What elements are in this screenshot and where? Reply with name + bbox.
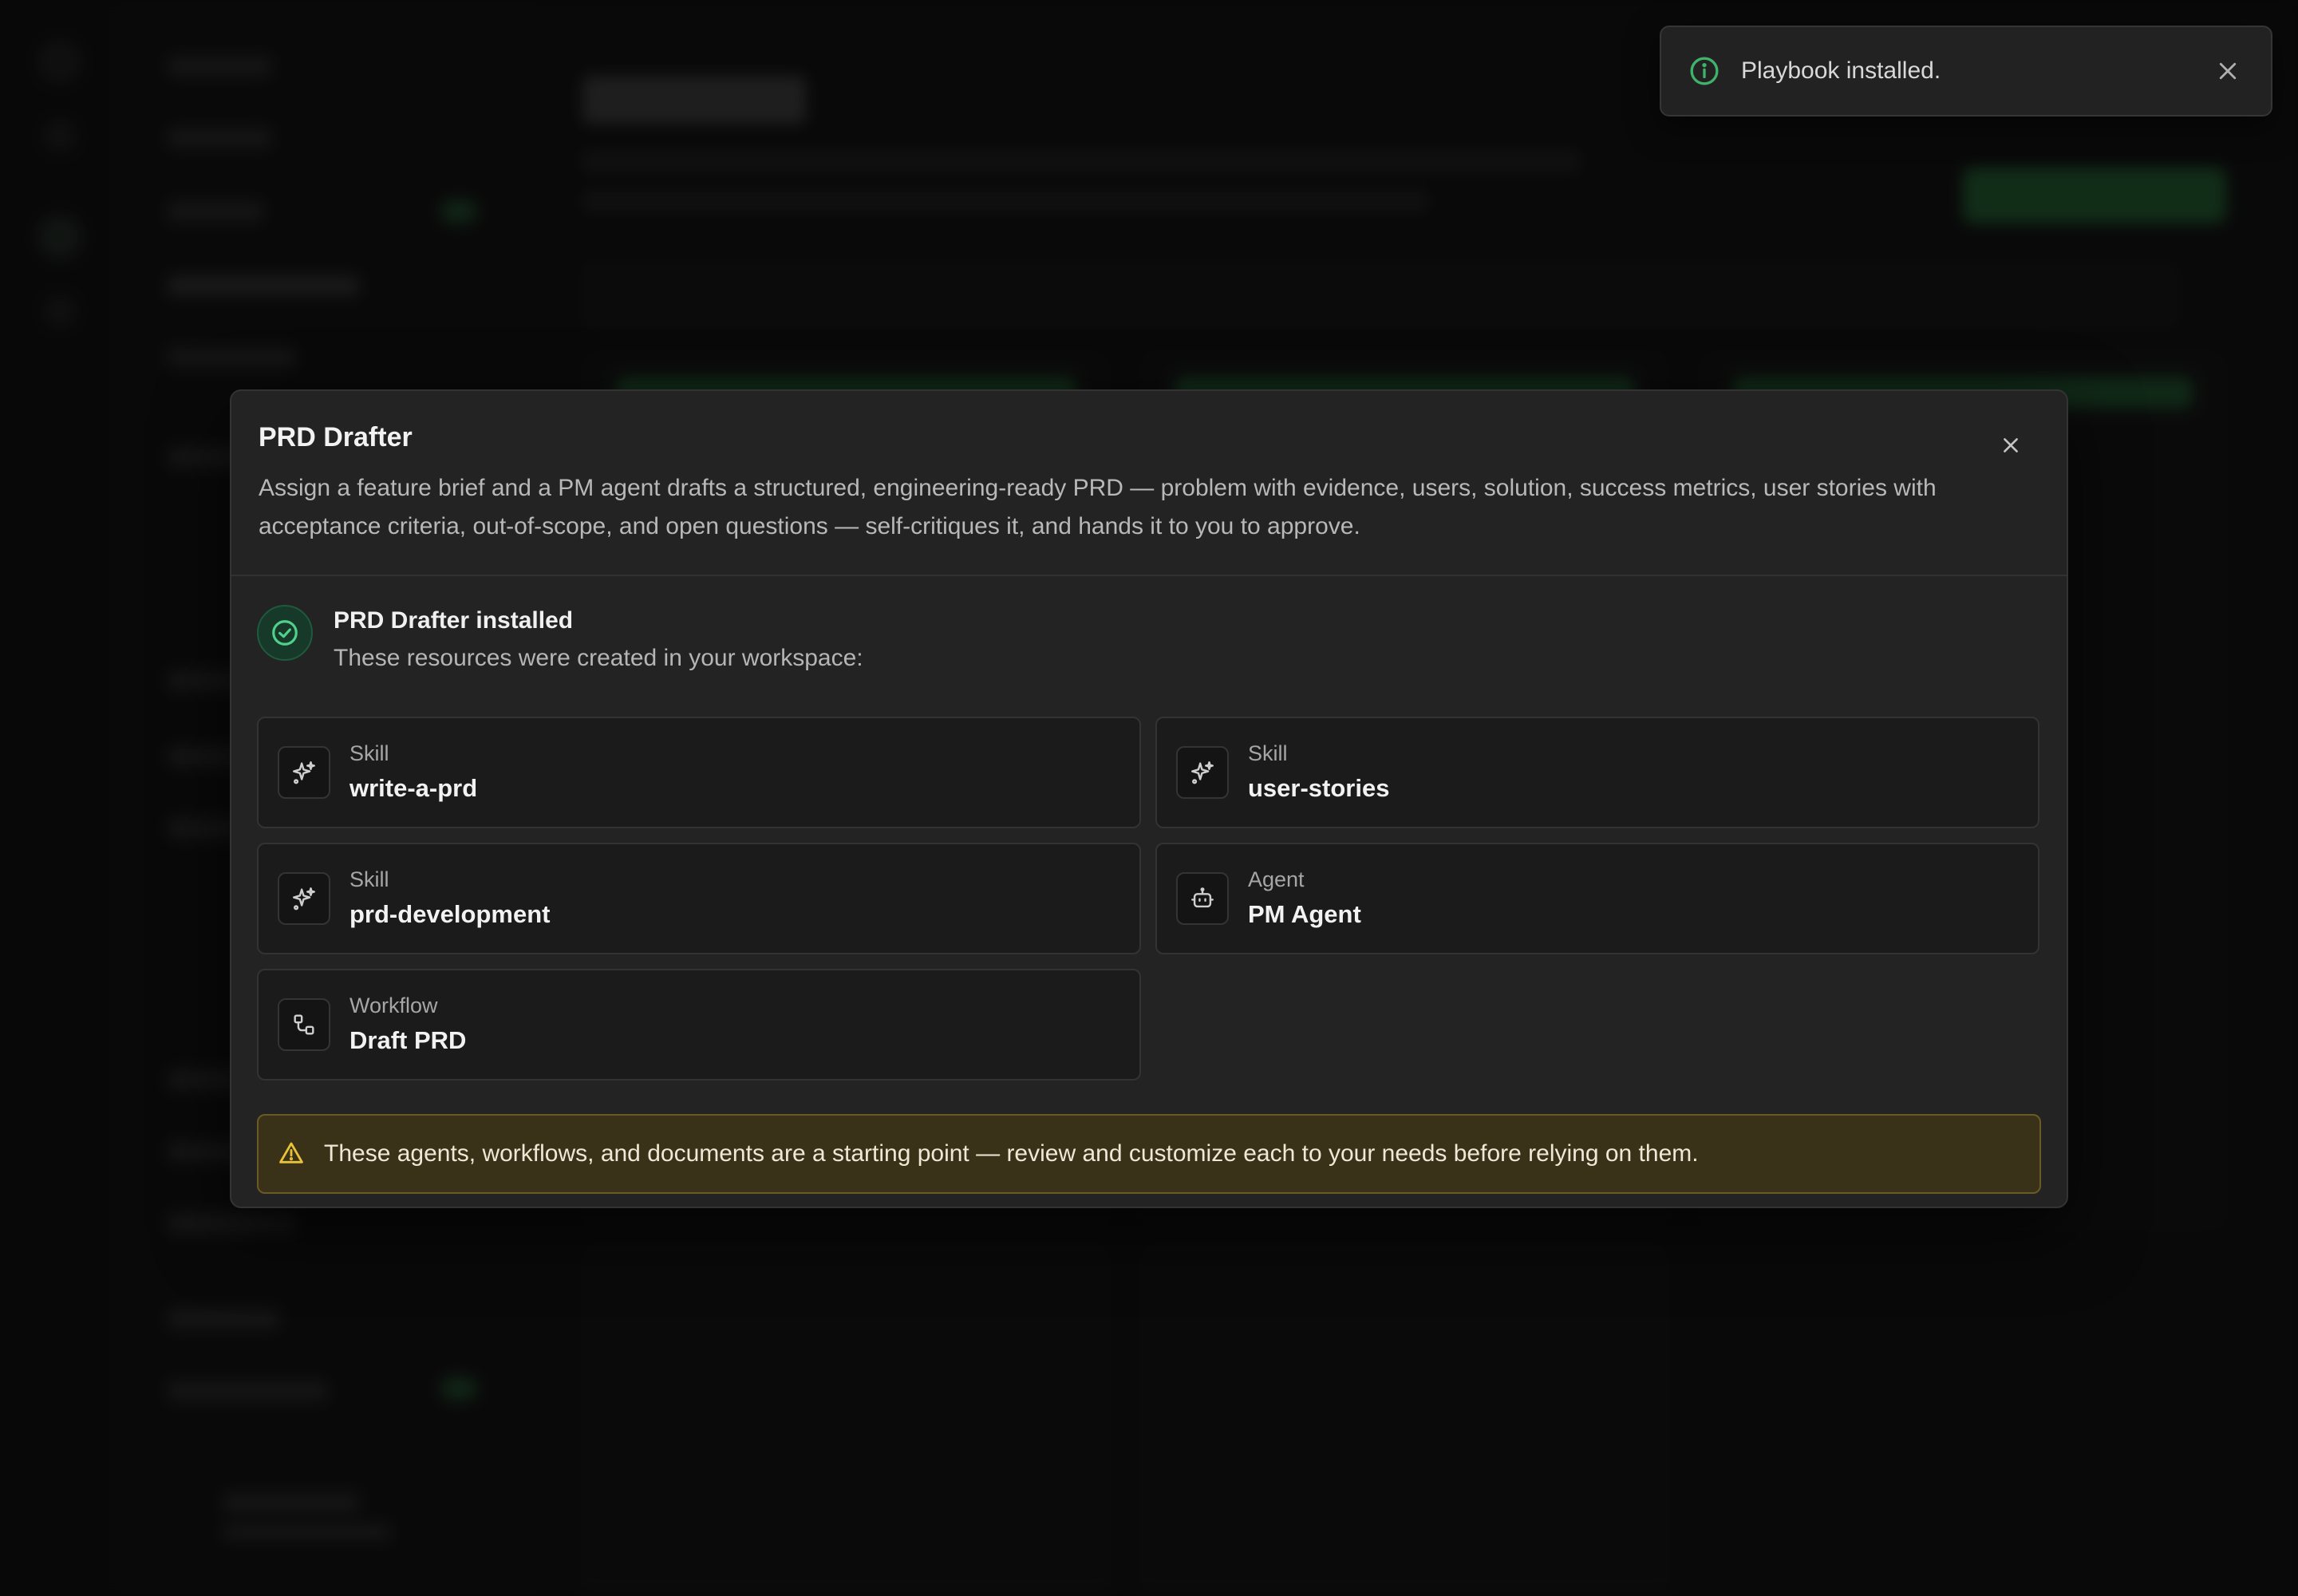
- close-icon: [2219, 62, 2237, 80]
- resource-name: Draft PRD: [349, 1026, 467, 1054]
- modal-description: Assign a feature brief and a PM agent dr…: [259, 475, 1937, 539]
- sparkles-icon: [278, 872, 330, 925]
- resource-kind: Skill: [1248, 741, 1288, 765]
- close-icon: [2004, 438, 2018, 452]
- sparkles-icon: [1176, 746, 1229, 799]
- resource-name: write-a-prd: [349, 774, 478, 802]
- resource-kind: Agent: [1248, 867, 1305, 891]
- modal-title: PRD Drafter: [259, 422, 413, 452]
- sparkles-icon: [278, 746, 330, 799]
- warning-text: These agents, workflows, and documents a…: [324, 1140, 1699, 1167]
- installed-status: PRD Drafter installed These resources we…: [257, 603, 2041, 699]
- resource-card-user-stories[interactable]: Skill user-stories: [1155, 717, 2039, 828]
- installed-subtitle: These resources were created in your wor…: [334, 645, 863, 671]
- resource-name: PM Agent: [1248, 900, 1361, 928]
- toast-notification: Playbook installed.: [1660, 26, 2272, 117]
- playbook-modal: PRD Drafter Assign a feature brief and a…: [230, 389, 2068, 1208]
- info-icon: [1688, 55, 1720, 87]
- installed-title: PRD Drafter installed: [334, 607, 574, 634]
- modal-body: PRD Drafter installed These resources we…: [231, 576, 2067, 1194]
- check-circle-icon: [257, 605, 313, 661]
- toast-message: Playbook installed.: [1741, 57, 1941, 84]
- warning-triangle-icon: [278, 1140, 306, 1168]
- modal-close-button[interactable]: [1995, 429, 2027, 461]
- warning-banner: These agents, workflows, and documents a…: [257, 1114, 2041, 1194]
- robot-icon: [1176, 872, 1229, 925]
- resource-card-draft-prd[interactable]: Workflow Draft PRD: [257, 969, 1141, 1080]
- resource-kind: Workflow: [349, 994, 438, 1017]
- resource-list: Skill write-a-prd Skill user-stories Ski…: [257, 717, 2041, 1080]
- resource-card-prd-development[interactable]: Skill prd-development: [257, 843, 1141, 954]
- resource-kind: Skill: [349, 867, 389, 891]
- resource-card-write-a-prd[interactable]: Skill write-a-prd: [257, 717, 1141, 828]
- resource-name: user-stories: [1248, 774, 1390, 802]
- resource-name: prd-development: [349, 900, 551, 928]
- resource-kind: Skill: [349, 741, 389, 765]
- toast-close-button[interactable]: [2212, 55, 2244, 87]
- workflow-icon: [278, 998, 330, 1051]
- modal-header: PRD Drafter Assign a feature brief and a…: [231, 391, 2067, 576]
- resource-card-pm-agent[interactable]: Agent PM Agent: [1155, 843, 2039, 954]
